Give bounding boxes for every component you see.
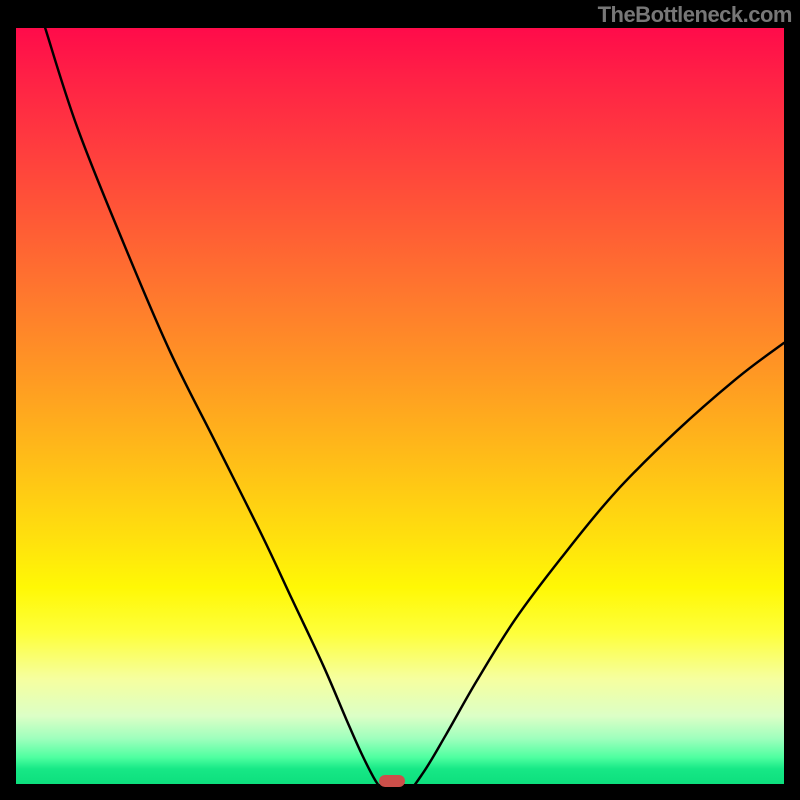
plot-area: [16, 28, 784, 784]
curve-svg: [16, 28, 784, 796]
bottleneck-marker: [379, 775, 405, 787]
watermark-text: TheBottleneck.com: [598, 2, 792, 28]
chart-frame: TheBottleneck.com: [0, 0, 800, 800]
bottleneck-curve: [45, 28, 784, 796]
